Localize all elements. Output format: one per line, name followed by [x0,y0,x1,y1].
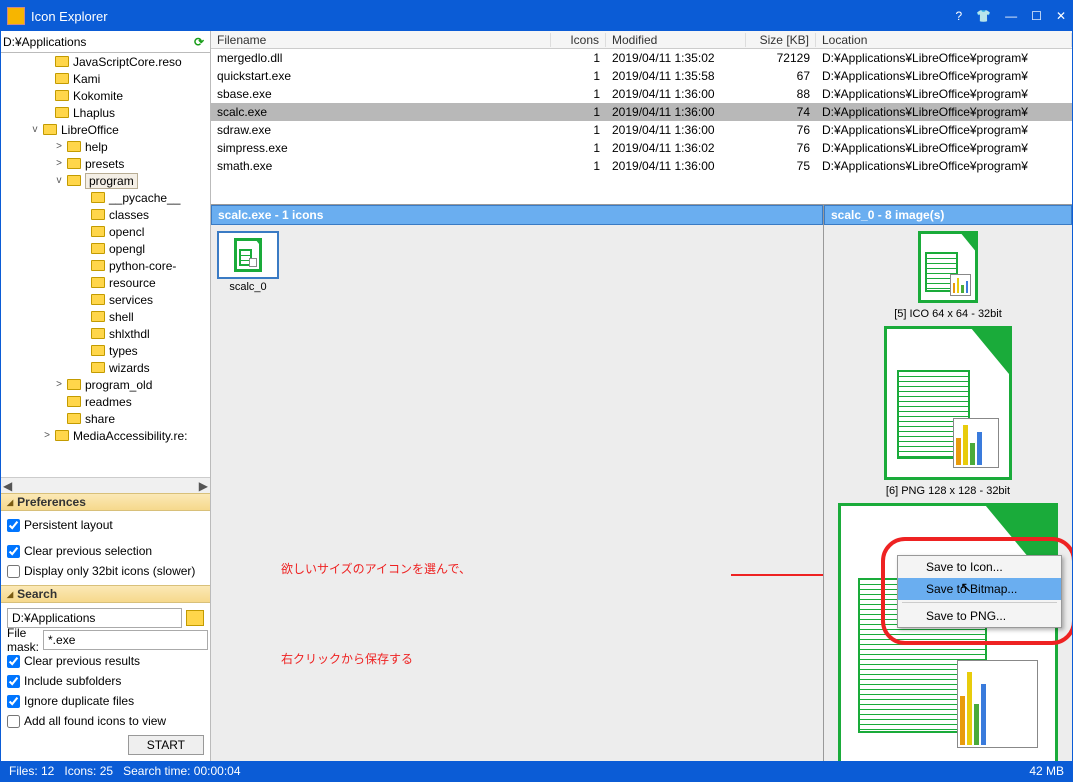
file-mask-label: File mask: [7,626,39,654]
status-bar: Files: 12 Icons: 25 Search time: 00:00:0… [1,761,1072,781]
minimize-icon[interactable]: — [1005,9,1017,23]
search-addall-label: Add all found icons to view [24,714,166,728]
shirt-icon[interactable]: 👕 [976,9,991,23]
tree-item[interactable]: python-core- [5,257,210,274]
tree-item[interactable]: types [5,342,210,359]
app-icon [7,7,25,25]
folder-tree[interactable]: JavaScriptCore.resoKamiKokomiteLhaplusvL… [1,53,210,477]
tree-item[interactable]: vLibreOffice [5,121,210,138]
search-add-all[interactable]: Add all found icons to view [7,711,204,731]
file-list: Filename Icons Modified Size [KB] Locati… [211,31,1072,205]
app-title: Icon Explorer [31,9,956,24]
search-dup-label: Ignore duplicate files [24,694,134,708]
tree-item[interactable]: vprogram [5,172,210,189]
tree-item[interactable]: shell [5,308,210,325]
col-location[interactable]: Location [816,33,1072,47]
pref-only-32bit[interactable]: Display only 32bit icons (slower) [7,561,204,581]
tree-item[interactable]: >presets [5,155,210,172]
path-bar: ⟳ [1,31,210,53]
icon-thumb-label: scalc_0 [217,281,279,293]
image-preview[interactable]: [5] ICO 64 x 64 - 32bit [824,231,1072,320]
status-icons: Icons: 25 [64,764,113,778]
file-list-header[interactable]: Filename Icons Modified Size [KB] Locati… [211,31,1072,49]
table-row[interactable]: smath.exe12019/04/11 1:36:0075D:¥Applica… [211,157,1072,175]
tree-item[interactable]: __pycache__ [5,189,210,206]
tree-item[interactable]: classes [5,206,210,223]
image-preview[interactable]: [7] PNG 256 x 256 - 32bit [824,503,1072,761]
tree-item[interactable]: Kami [5,70,210,87]
tree-item[interactable]: share [5,410,210,427]
refresh-icon[interactable]: ⟳ [190,35,208,49]
tree-item[interactable]: opengl [5,240,210,257]
status-time: Search time: 00:00:04 [123,764,240,778]
images-pane: scalc_0 - 8 image(s) [5] ICO 64 x 64 - 3… [824,205,1072,761]
path-input[interactable] [3,33,190,51]
table-row[interactable]: sdraw.exe12019/04/11 1:36:0076D:¥Applica… [211,121,1072,139]
status-size: 42 MB [1029,764,1064,778]
search-ignore-dup[interactable]: Ignore duplicate files [7,691,204,711]
table-row[interactable]: mergedlo.dll12019/04/11 1:35:0272129D:¥A… [211,49,1072,67]
table-row[interactable]: simpress.exe12019/04/11 1:36:0276D:¥Appl… [211,139,1072,157]
close-icon[interactable]: ✕ [1056,9,1066,23]
pref-clear-selection[interactable]: Clear previous selection [7,541,204,561]
prefs-header[interactable]: Preferences [1,493,210,511]
icon-thumb[interactable]: scalc_0 [217,231,279,293]
search-header[interactable]: Search [1,585,210,603]
browse-folder-icon[interactable] [186,610,204,626]
context-menu: Save to Icon... Save to Bitmap... Save t… [897,555,1062,628]
help-icon[interactable]: ? [956,9,963,23]
search-clear-results[interactable]: Clear previous results [7,651,204,671]
tree-scrollbar[interactable]: ◀▶ [1,477,210,493]
pref-32bit-label: Display only 32bit icons (slower) [24,564,195,578]
tree-item[interactable]: wizards [5,359,210,376]
status-files: Files: 12 [9,764,54,778]
left-panel: ⟳ JavaScriptCore.resoKamiKokomiteLhaplus… [1,31,211,761]
pref-persistent-label: Persistent layout [24,518,113,532]
menu-save-bitmap[interactable]: Save to Bitmap... [898,578,1061,600]
images-pane-header: scalc_0 - 8 image(s) [824,205,1072,225]
tree-item[interactable]: shlxthdl [5,325,210,342]
maximize-icon[interactable]: ☐ [1031,9,1042,23]
icons-pane: scalc.exe - 1 icons scalc_0 欲しいサイズのアイコンを… [211,205,824,761]
titlebar: Icon Explorer ? 👕 — ☐ ✕ [1,1,1072,31]
menu-separator [902,602,1057,603]
tree-item[interactable]: Kokomite [5,87,210,104]
annotation-arrow-icon [731,565,823,585]
table-row[interactable]: sbase.exe12019/04/11 1:36:0088D:¥Applica… [211,85,1072,103]
search-sub-label: Include subfolders [24,674,121,688]
icons-pane-header: scalc.exe - 1 icons [211,205,823,225]
menu-save-png[interactable]: Save to PNG... [898,605,1061,627]
menu-save-icon[interactable]: Save to Icon... [898,556,1061,578]
search-clear-label: Clear previous results [24,654,140,668]
image-preview[interactable]: [6] PNG 128 x 128 - 32bit [824,326,1072,497]
table-row[interactable]: scalc.exe12019/04/11 1:36:0074D:¥Applica… [211,103,1072,121]
tree-item[interactable]: opencl [5,223,210,240]
search-path-input[interactable] [7,608,182,628]
table-row[interactable]: quickstart.exe12019/04/11 1:35:5867D:¥Ap… [211,67,1072,85]
tree-item[interactable]: JavaScriptCore.reso [5,53,210,70]
tree-item[interactable]: Lhaplus [5,104,210,121]
tree-item[interactable]: >help [5,138,210,155]
pref-clear-label: Clear previous selection [24,544,152,558]
tree-item[interactable]: resource [5,274,210,291]
file-mask-input[interactable] [43,630,208,650]
col-size[interactable]: Size [KB] [746,33,816,47]
tree-item[interactable]: >MediaAccessibility.re: [5,427,210,444]
annotation-text: 欲しいサイズのアイコンを選んで、 右クリックから保存する [281,545,471,680]
col-modified[interactable]: Modified [606,33,746,47]
tree-item[interactable]: services [5,291,210,308]
search-include-sub[interactable]: Include subfolders [7,671,204,691]
tree-item[interactable]: >program_old [5,376,210,393]
tree-item[interactable]: readmes [5,393,210,410]
start-button[interactable]: START [128,735,204,755]
col-filename[interactable]: Filename [211,33,551,47]
col-icons[interactable]: Icons [551,33,606,47]
pref-persistent[interactable]: Persistent layout [7,515,204,535]
